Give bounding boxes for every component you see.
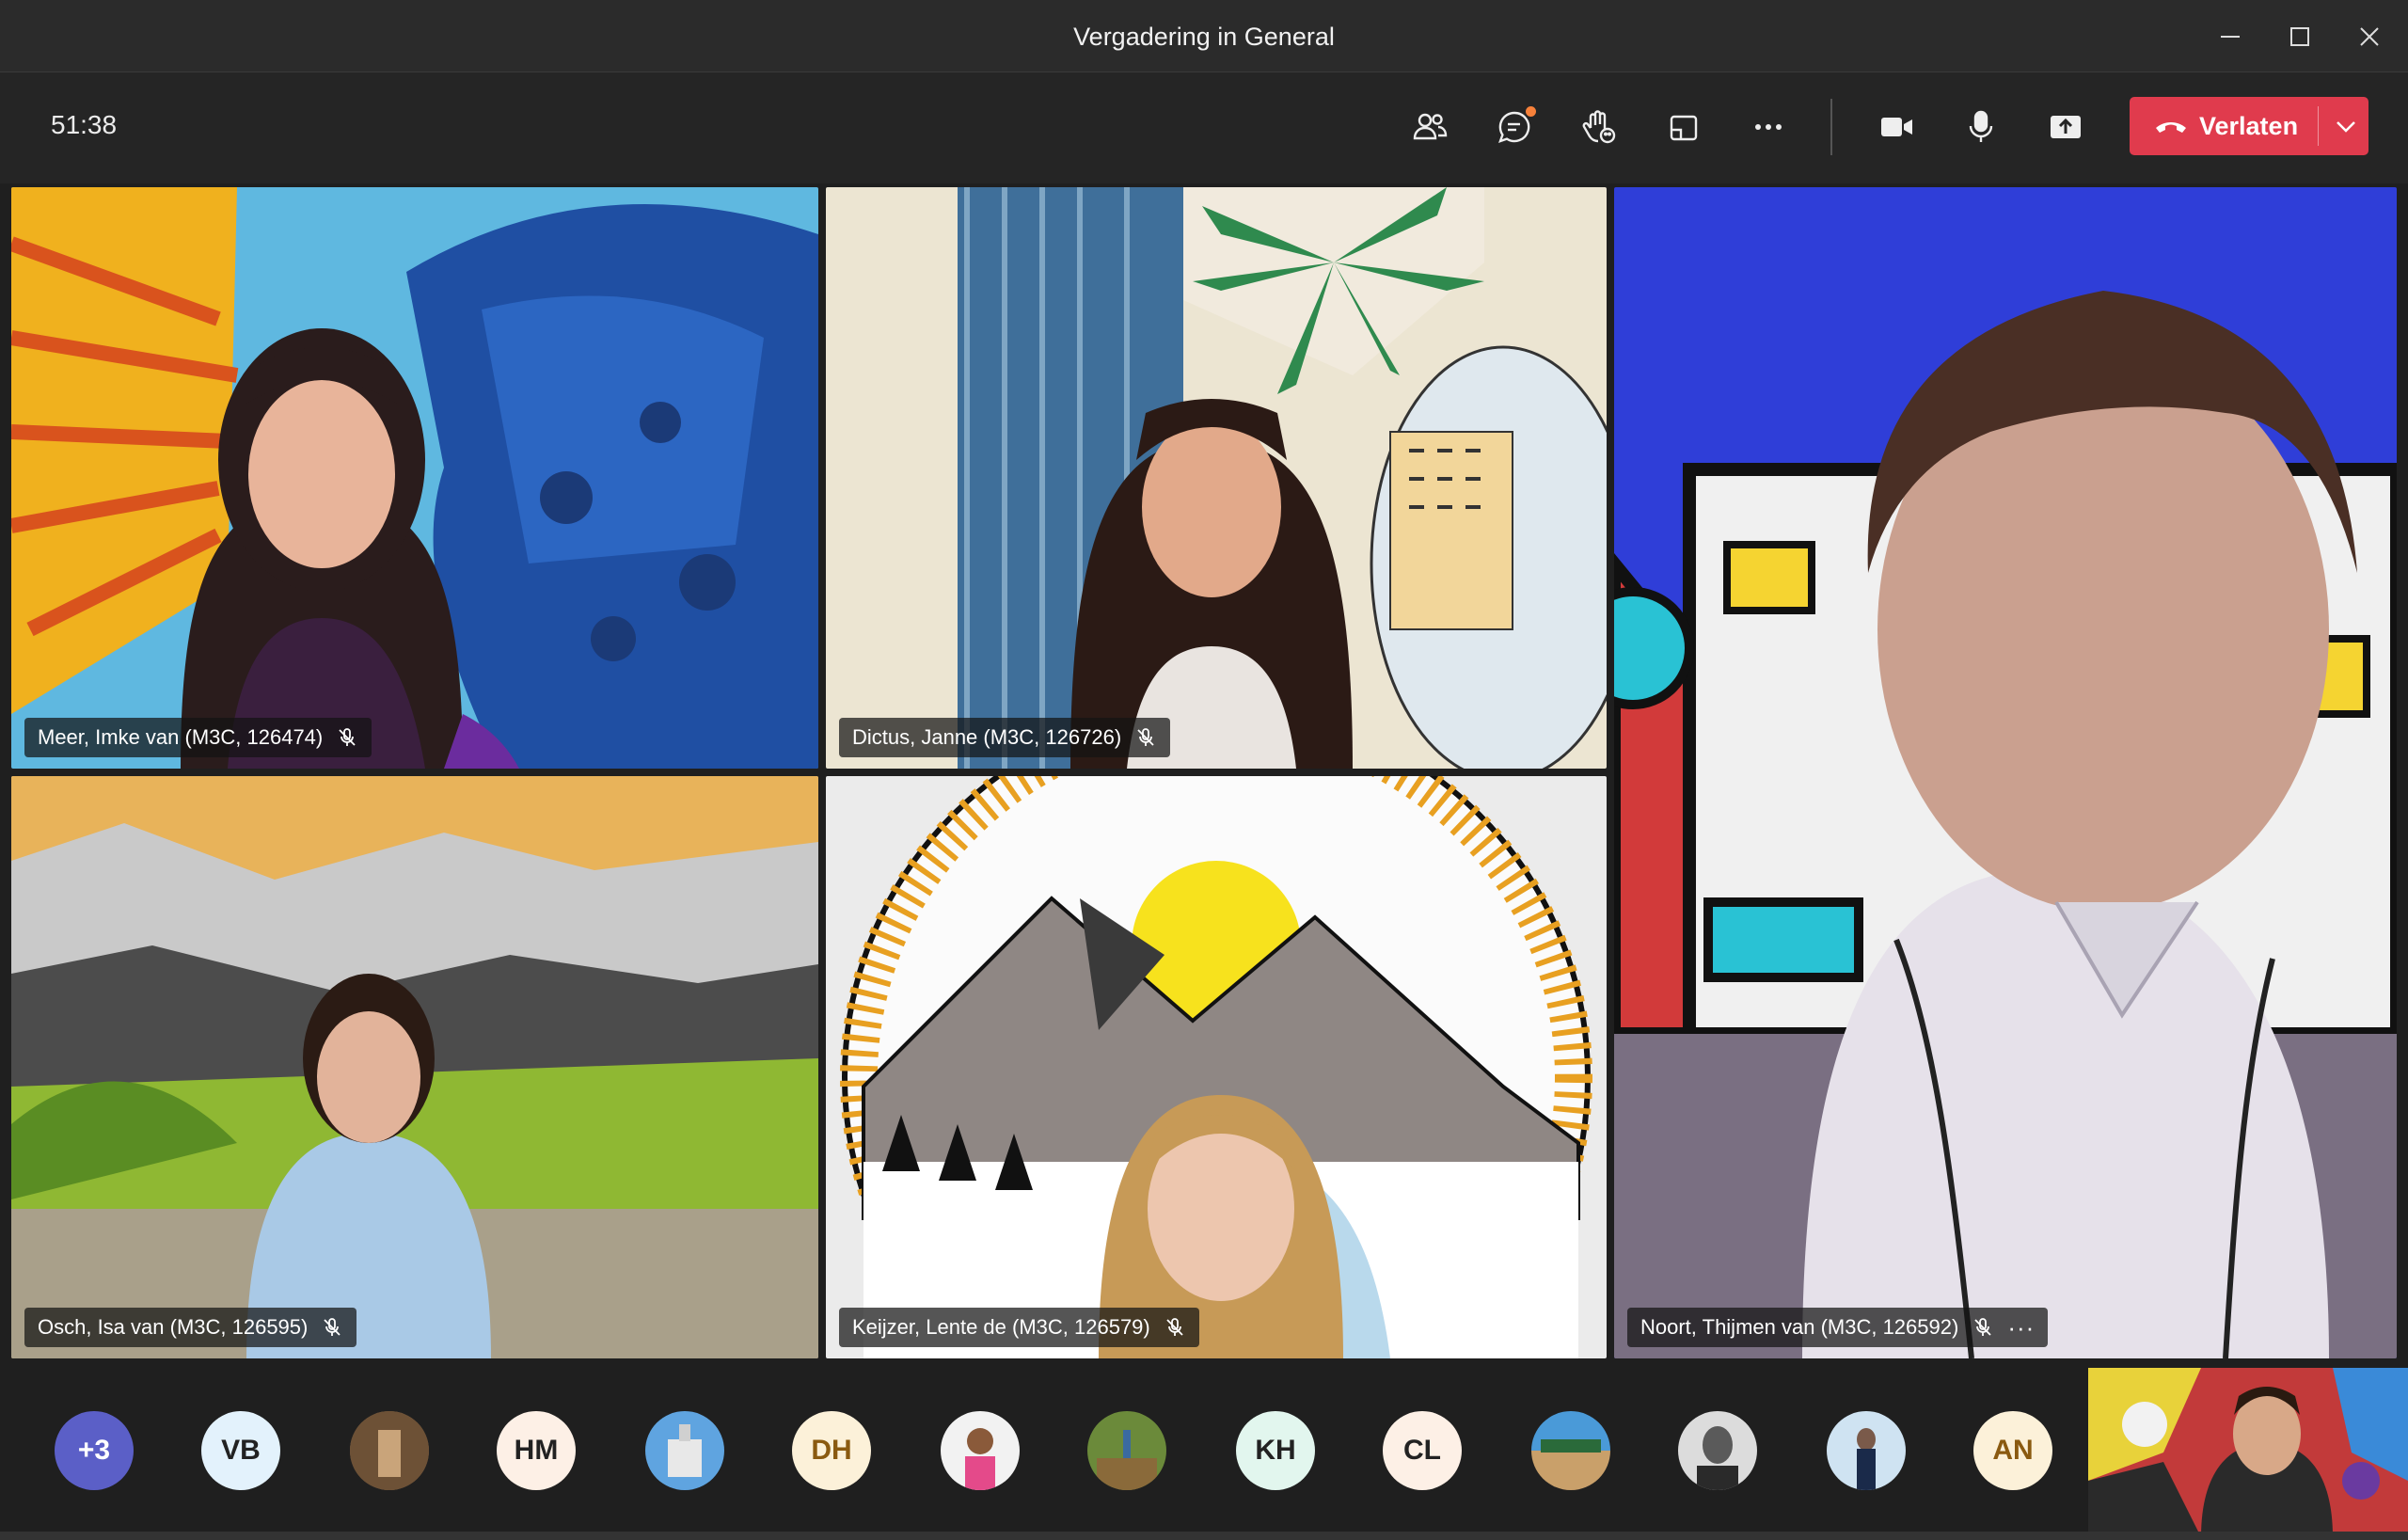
- avatar-photo[interactable]: [645, 1411, 724, 1490]
- mic-off-icon: [339, 728, 356, 746]
- close-button[interactable]: [2346, 15, 2393, 58]
- video-tile[interactable]: Dictus, Janne (M3C, 126726): [826, 187, 1607, 769]
- participant-video: [11, 187, 818, 769]
- microphone-button[interactable]: [1951, 97, 2011, 157]
- participants-button[interactable]: [1400, 97, 1460, 157]
- share-tray-icon: [1670, 115, 1698, 141]
- camera-icon: [1881, 118, 1912, 136]
- more-icon: [1755, 124, 1782, 130]
- participant-more-options[interactable]: ···: [2007, 1313, 2035, 1342]
- window-title: Vergadering in General: [1073, 23, 1335, 51]
- hang-up-icon: [2156, 122, 2186, 133]
- participant-nametag: Meer, Imke van (M3C, 126474): [24, 718, 372, 757]
- avatar[interactable]: CL: [1383, 1411, 1462, 1490]
- share-tray-button[interactable]: [1654, 97, 1714, 157]
- minimize-button[interactable]: [2207, 15, 2254, 58]
- participant-video: [826, 776, 1607, 1358]
- people-icon: [1413, 113, 1448, 140]
- mic-off-icon: [324, 1318, 341, 1336]
- avatar-image: [645, 1411, 724, 1490]
- more-options-button[interactable]: [1738, 97, 1798, 157]
- mic-off-icon: [1974, 1318, 1991, 1336]
- maximize-icon: [2290, 27, 2309, 46]
- chat-button[interactable]: [1484, 97, 1545, 157]
- avatar[interactable]: HM: [497, 1411, 576, 1490]
- participant-name: Osch, Isa van (M3C, 126595): [38, 1315, 309, 1339]
- reactions-button[interactable]: [1569, 97, 1629, 157]
- avatar-image: [941, 1411, 1020, 1490]
- avatar-image: [1827, 1411, 1906, 1490]
- avatar-photo[interactable]: [1531, 1411, 1610, 1490]
- toolbar-separator: [1830, 99, 1832, 155]
- avatar-image: [1087, 1411, 1166, 1490]
- participant-name: Noort, Thijmen van (M3C, 126592): [1640, 1315, 1959, 1339]
- video-tile[interactable]: Meer, Imke van (M3C, 126474): [11, 187, 818, 769]
- participant-video: [826, 187, 1607, 769]
- title-bar: Vergadering in General: [0, 0, 2408, 72]
- avatar-photo[interactable]: [941, 1411, 1020, 1490]
- mic-off-icon: [1166, 1318, 1183, 1336]
- chat-unread-badge: [1526, 106, 1536, 117]
- leave-label: Verlaten: [2199, 111, 2299, 140]
- share-screen-icon: [2051, 116, 2081, 138]
- meeting-timer: 51:38: [51, 110, 118, 139]
- avatar[interactable]: AN: [1973, 1411, 2052, 1490]
- participant-name: Dictus, Janne (M3C, 126726): [852, 725, 1122, 749]
- participant-name: Keijzer, Lente de (M3C, 126579): [852, 1315, 1150, 1339]
- avatar-photo[interactable]: [1678, 1411, 1757, 1490]
- avatar[interactable]: KH: [1236, 1411, 1315, 1490]
- video-tile[interactable]: Osch, Isa van (M3C, 126595): [11, 776, 818, 1358]
- avatar-photo[interactable]: [1087, 1411, 1166, 1490]
- avatar-photo[interactable]: [1827, 1411, 1906, 1490]
- mic-off-icon: [1137, 728, 1154, 746]
- leave-divider: [2318, 106, 2319, 146]
- minimize-icon: [2221, 36, 2240, 38]
- video-tile-large[interactable]: Noort, Thijmen van (M3C, 126592) ···: [1614, 187, 2397, 1358]
- avatar[interactable]: VB: [201, 1411, 280, 1490]
- leave-button[interactable]: Verlaten: [2130, 97, 2368, 155]
- self-view-image: [2088, 1368, 2408, 1537]
- share-screen-button[interactable]: [2036, 97, 2096, 157]
- avatar-photo[interactable]: [350, 1411, 429, 1490]
- self-view-video[interactable]: [2088, 1368, 2408, 1537]
- camera-button[interactable]: [1866, 97, 1926, 157]
- participant-video: [1614, 187, 2397, 1358]
- avatar-overflow[interactable]: +3: [55, 1411, 134, 1490]
- avatar-image: [1531, 1411, 1610, 1490]
- avatar-image: [350, 1411, 429, 1490]
- participant-nametag: Dictus, Janne (M3C, 126726): [839, 718, 1171, 757]
- participant-name: Meer, Imke van (M3C, 126474): [38, 725, 324, 749]
- raise-hand-icon: [1582, 110, 1616, 144]
- taskbar-edge: [0, 1532, 2408, 1540]
- chevron-down-icon[interactable]: [2329, 109, 2363, 143]
- video-tile[interactable]: Keijzer, Lente de (M3C, 126579): [826, 776, 1607, 1358]
- participant-nametag: Noort, Thijmen van (M3C, 126592) ···: [1627, 1308, 2049, 1347]
- participant-nametag: Osch, Isa van (M3C, 126595): [24, 1308, 357, 1347]
- close-icon: [2360, 27, 2379, 46]
- participant-video: [11, 776, 818, 1358]
- maximize-button[interactable]: [2276, 15, 2323, 58]
- participant-nametag: Keijzer, Lente de (M3C, 126579): [839, 1308, 1199, 1347]
- avatar-image: [1678, 1411, 1757, 1490]
- meeting-toolbar: 51:38 Verlaten: [0, 72, 2408, 183]
- avatar[interactable]: DH: [792, 1411, 871, 1490]
- microphone-icon: [1969, 110, 1993, 142]
